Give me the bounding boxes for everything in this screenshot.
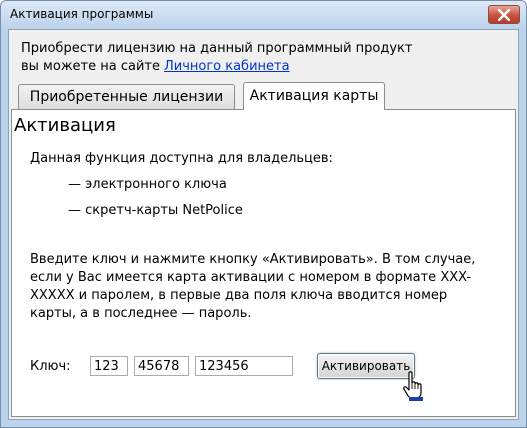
key-label: Ключ:: [30, 359, 71, 374]
availability-text: Данная функция доступна для владельцев:: [30, 151, 333, 166]
card-activation-panel: Активация Данная функция доступна для вл…: [11, 109, 516, 417]
personal-account-link[interactable]: Личного кабинета: [164, 59, 290, 74]
activation-window: Активация программы Приобрести лицензию …: [0, 0, 527, 428]
purchase-info-line2: вы можете на сайте: [21, 59, 160, 74]
key-field-3[interactable]: [195, 356, 293, 376]
tab-purchased-licenses[interactable]: Приобретенные лицензии: [18, 84, 235, 110]
window-title: Активация программы: [10, 7, 154, 21]
activate-button[interactable]: Активировать: [317, 353, 415, 379]
close-icon: [497, 8, 511, 21]
tab-card-activation[interactable]: Активация карты: [243, 82, 385, 110]
hand-pointer-cursor-icon: [403, 371, 423, 401]
bullet-electronic-key: — электронного ключа: [68, 177, 227, 192]
title-bar[interactable]: Активация программы: [1, 1, 526, 29]
instructions-text: Введите ключ и нажмите кнопку «Активиров…: [30, 252, 476, 321]
key-field-2[interactable]: [134, 356, 189, 376]
key-field-1[interactable]: [90, 356, 128, 376]
purchase-info: Приобрести лицензию на данный программны…: [21, 40, 412, 76]
purchase-info-line1: Приобрести лицензию на данный программны…: [21, 41, 413, 56]
bullet-scratch-card: — скретч-карты NetPolice: [68, 203, 243, 218]
close-button[interactable]: [488, 5, 520, 24]
panel-heading: Активация: [14, 115, 116, 136]
dialog-body: Приобрести лицензию на данный программны…: [8, 29, 519, 420]
